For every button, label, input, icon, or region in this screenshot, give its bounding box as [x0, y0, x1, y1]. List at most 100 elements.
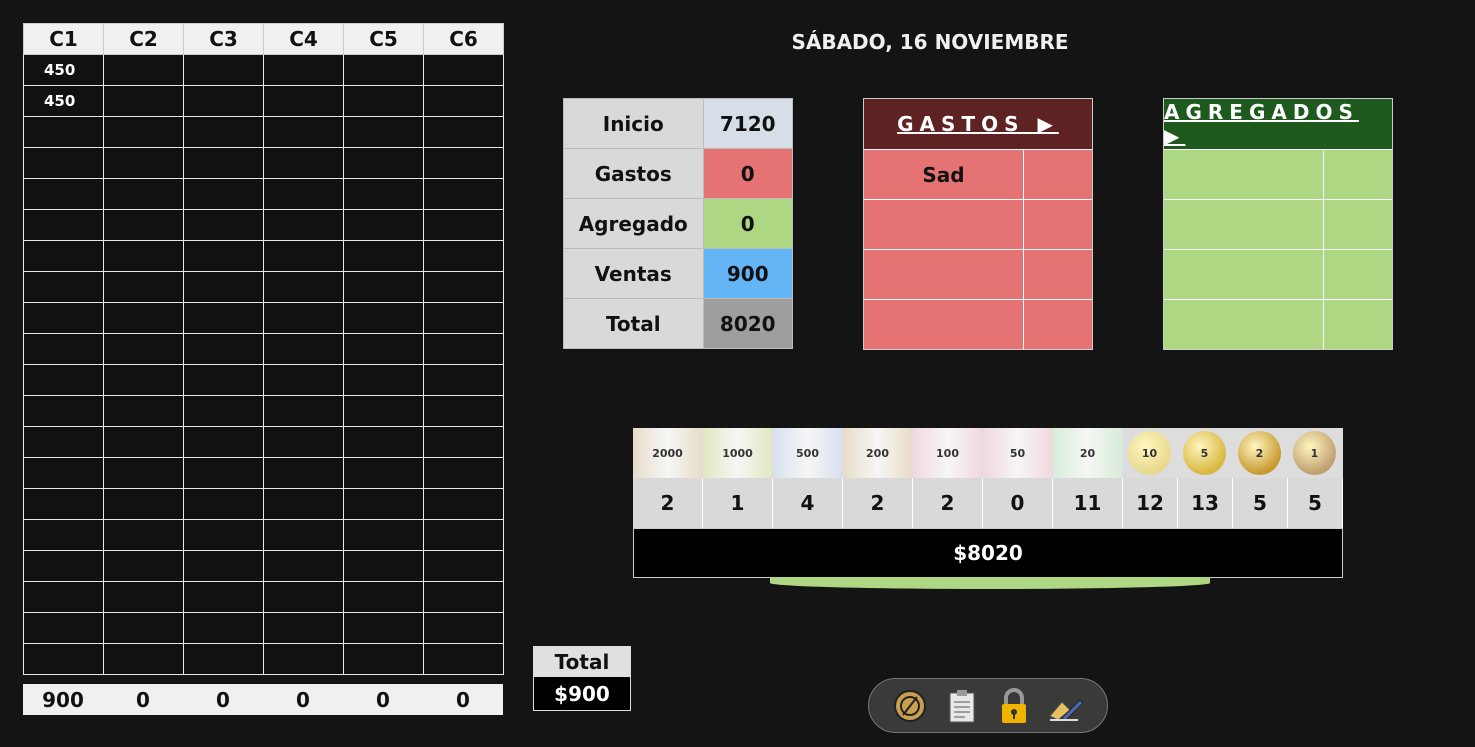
grid-cell[interactable]	[263, 488, 344, 520]
grid-cell[interactable]	[23, 395, 104, 427]
grid-cell[interactable]	[263, 271, 344, 303]
denomination-count[interactable]: 2	[843, 478, 913, 528]
grid-cell[interactable]: 450	[23, 85, 104, 117]
grid-cell[interactable]	[423, 240, 504, 272]
grid-cell[interactable]	[423, 364, 504, 396]
grid-cell[interactable]	[263, 581, 344, 613]
grid-cell[interactable]	[23, 643, 104, 675]
grid-cell[interactable]	[263, 550, 344, 582]
lock-icon[interactable]	[995, 686, 1033, 726]
denomination-count[interactable]: 5	[1233, 478, 1288, 528]
grid-cell[interactable]: 450	[23, 54, 104, 86]
grid-cell[interactable]	[423, 209, 504, 241]
grid-cell[interactable]	[423, 54, 504, 86]
grid-cell[interactable]	[423, 426, 504, 458]
grid-cell[interactable]	[103, 643, 184, 675]
grid-cell[interactable]	[183, 54, 264, 86]
grid-cell[interactable]	[343, 178, 424, 210]
grid-cell[interactable]	[263, 612, 344, 644]
grid-cell[interactable]	[423, 85, 504, 117]
grid-cell[interactable]	[103, 519, 184, 551]
grid-cell[interactable]	[343, 426, 424, 458]
grid-cell[interactable]	[343, 488, 424, 520]
grid-cell[interactable]	[103, 426, 184, 458]
grid-cell[interactable]	[183, 612, 264, 644]
grid-cell[interactable]	[423, 116, 504, 148]
grid-cell[interactable]	[183, 85, 264, 117]
grid-cell[interactable]	[343, 395, 424, 427]
denomination-count[interactable]: 13	[1178, 478, 1233, 528]
denomination-count[interactable]: 5	[1288, 478, 1343, 528]
grid-cell[interactable]	[423, 178, 504, 210]
grid-cell[interactable]	[343, 147, 424, 179]
grid-cell[interactable]	[23, 271, 104, 303]
grid-cell[interactable]	[103, 271, 184, 303]
grid-cell[interactable]	[23, 302, 104, 334]
grid-cell[interactable]	[103, 333, 184, 365]
grid-cell[interactable]	[183, 240, 264, 272]
grid-cell[interactable]	[103, 581, 184, 613]
grid-cell[interactable]	[343, 457, 424, 489]
grid-cell[interactable]	[423, 581, 504, 613]
grid-cell[interactable]	[23, 426, 104, 458]
grid-cell[interactable]	[263, 333, 344, 365]
grid-cell[interactable]	[103, 54, 184, 86]
grid-cell[interactable]	[343, 364, 424, 396]
agregados-header-button[interactable]: AGREGADOS ▶	[1164, 99, 1392, 149]
grid-cell[interactable]	[343, 54, 424, 86]
grid-cell[interactable]	[183, 488, 264, 520]
grid-cell[interactable]	[23, 209, 104, 241]
grid-cell[interactable]	[103, 488, 184, 520]
grid-cell[interactable]	[103, 85, 184, 117]
grid-cell[interactable]	[343, 581, 424, 613]
grid-cell[interactable]	[23, 333, 104, 365]
coins-icon[interactable]	[891, 686, 929, 726]
grid-cell[interactable]	[423, 519, 504, 551]
grid-cell[interactable]	[103, 612, 184, 644]
denomination-count[interactable]: 0	[983, 478, 1053, 528]
grid-cell[interactable]	[103, 457, 184, 489]
grid-cell[interactable]	[183, 302, 264, 334]
grid-cell[interactable]	[263, 240, 344, 272]
gastos-row[interactable]	[864, 299, 1092, 349]
grid-cell[interactable]	[423, 457, 504, 489]
grid-cell[interactable]	[183, 457, 264, 489]
grid-cell[interactable]	[343, 333, 424, 365]
grid-cell[interactable]	[343, 85, 424, 117]
grid-cell[interactable]	[423, 302, 504, 334]
agregados-row[interactable]	[1164, 249, 1392, 299]
denomination-count[interactable]: 2	[633, 478, 703, 528]
grid-cell[interactable]	[183, 333, 264, 365]
grid-cell[interactable]	[103, 395, 184, 427]
grid-cell[interactable]	[263, 85, 344, 117]
denomination-count[interactable]: 12	[1123, 478, 1178, 528]
grid-cell[interactable]	[263, 178, 344, 210]
grid-cell[interactable]	[263, 54, 344, 86]
grid-cell[interactable]	[103, 240, 184, 272]
agregados-row[interactable]	[1164, 299, 1392, 349]
grid-cell[interactable]	[183, 643, 264, 675]
grid-cell[interactable]	[343, 271, 424, 303]
grid-cell[interactable]	[183, 550, 264, 582]
denomination-count[interactable]: 11	[1053, 478, 1123, 528]
grid-cell[interactable]	[183, 364, 264, 396]
grid-cell[interactable]	[263, 209, 344, 241]
grid-cell[interactable]	[263, 116, 344, 148]
grid-cell[interactable]	[263, 302, 344, 334]
grid-cell[interactable]	[23, 612, 104, 644]
grid-cell[interactable]	[343, 612, 424, 644]
grid-cell[interactable]	[23, 519, 104, 551]
grid-cell[interactable]	[343, 209, 424, 241]
grid-cell[interactable]	[423, 147, 504, 179]
grid-cell[interactable]	[343, 302, 424, 334]
grid-cell[interactable]	[423, 488, 504, 520]
grid-cell[interactable]	[103, 209, 184, 241]
grid-cell[interactable]	[263, 147, 344, 179]
grid-cell[interactable]	[423, 271, 504, 303]
grid-cell[interactable]	[343, 116, 424, 148]
grid-cell[interactable]	[423, 643, 504, 675]
grid-cell[interactable]	[23, 581, 104, 613]
grid-cell[interactable]	[343, 519, 424, 551]
grid-cell[interactable]	[183, 271, 264, 303]
denomination-count[interactable]: 4	[773, 478, 843, 528]
